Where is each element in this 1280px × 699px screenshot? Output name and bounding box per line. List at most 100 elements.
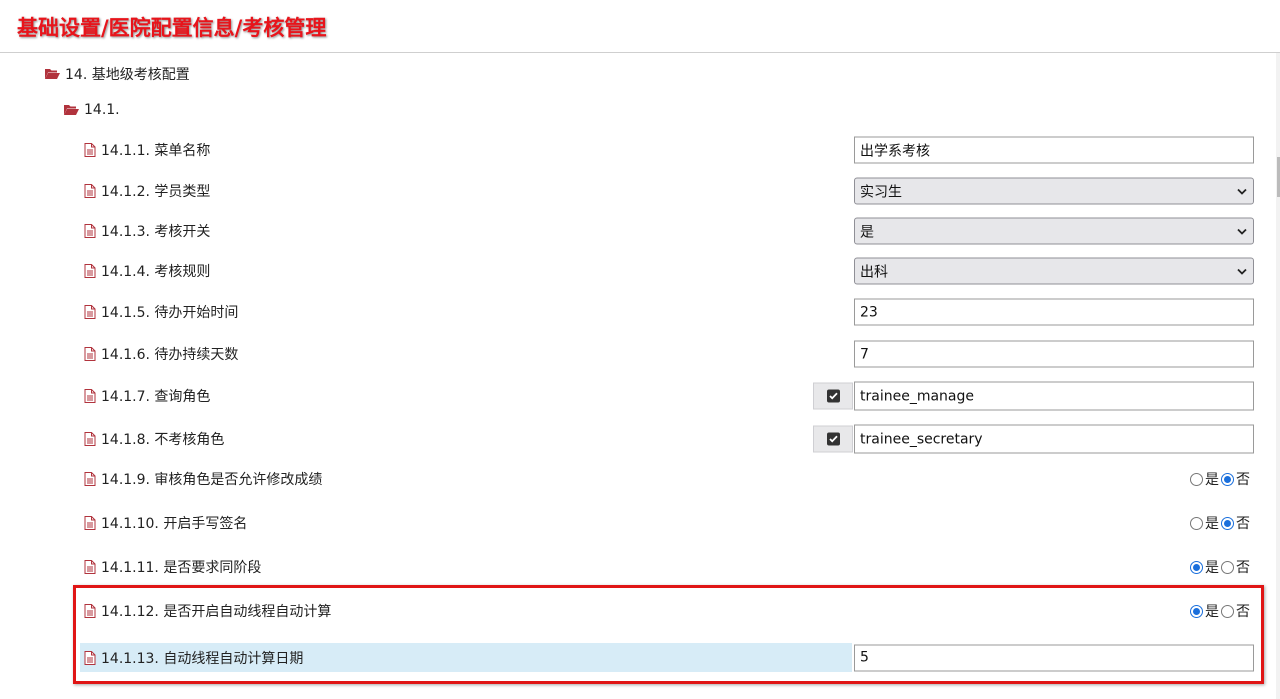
radio-no-label: 否 (1236, 560, 1250, 576)
setting-label: 14.1.12. 是否开启自动线程自动计算 (101, 604, 332, 620)
setting-label-cell: 14.1.13. 自动线程自动计算日期 (80, 643, 852, 672)
radio-yes-label: 是 (1205, 516, 1219, 532)
setting-row-menu-name: 14.1.1. 菜单名称 出学系考核 (80, 135, 1254, 165)
setting-label-cell: 14.1.6. 待办持续天数 (80, 339, 852, 369)
document-icon (84, 143, 96, 157)
input-value: 23 (860, 304, 878, 320)
input-value: 出学系考核 (860, 143, 930, 159)
radio-yes-label: 是 (1205, 604, 1219, 620)
setting-label: 14.1.13. 自动线程自动计算日期 (101, 650, 304, 667)
setting-label-cell: 14.1.12. 是否开启自动线程自动计算 (80, 596, 852, 626)
radio-group: 是 否 (1190, 601, 1252, 621)
setting-row-auto-thread: 14.1.12. 是否开启自动线程自动计算 是 否 (80, 596, 1254, 626)
setting-label: 14.1.8. 不考核角色 (101, 432, 225, 448)
document-icon (84, 560, 96, 574)
radio-yes-label: 是 (1205, 560, 1219, 576)
setting-label-cell: 14.1.1. 菜单名称 (80, 135, 852, 165)
setting-row-same-stage: 14.1.11. 是否要求同阶段 是 否 (80, 552, 1254, 582)
folder-open-icon (64, 104, 79, 116)
setting-label-cell: 14.1.7. 查询角色 (80, 381, 852, 411)
checkbox-checked-icon (826, 389, 840, 403)
radio-no-label: 否 (1236, 516, 1250, 532)
setting-row-exempt-role: 14.1.8. 不考核角色 trainee_secretary (80, 424, 1254, 454)
radio-no[interactable] (1221, 604, 1234, 618)
page-header: 基础设置/医院配置信息/考核管理 (0, 0, 1280, 53)
setting-label: 14.1.11. 是否要求同阶段 (101, 560, 262, 576)
setting-row-auto-thread-date: 14.1.13. 自动线程自动计算日期 5 (80, 643, 1254, 672)
setting-label-cell: 14.1.3. 考核开关 (80, 216, 852, 246)
select-value: 是 (860, 224, 874, 240)
auto-thread-date-input[interactable]: 5 (854, 644, 1254, 671)
radio-yes[interactable] (1190, 516, 1203, 530)
trainee-type-select[interactable]: 实习生 (854, 177, 1254, 205)
setting-label: 14.1.5. 待办开始时间 (101, 305, 239, 321)
menu-name-input[interactable]: 出学系考核 (854, 136, 1254, 164)
setting-row-reviewer-edit: 14.1.9. 审核角色是否允许修改成绩 是 否 (80, 464, 1254, 494)
select-value: 出科 (860, 264, 888, 280)
setting-row-trainee-type: 14.1.2. 学员类型 实习生 (80, 176, 1254, 206)
tree-section-label: 14. 基地级考核配置 (65, 67, 190, 83)
chevron-down-icon (1236, 265, 1248, 277)
setting-label-cell: 14.1.10. 开启手写签名 (80, 508, 852, 538)
todo-start-input[interactable]: 23 (854, 298, 1254, 326)
radio-yes[interactable] (1190, 604, 1203, 618)
document-icon (84, 184, 96, 198)
todo-days-input[interactable]: 7 (854, 340, 1254, 368)
query-role-checkbox-button[interactable] (813, 382, 853, 410)
document-icon (84, 224, 96, 238)
setting-row-handwritten-signature: 14.1.10. 开启手写签名 是 否 (80, 508, 1254, 538)
setting-label-cell: 14.1.9. 审核角色是否允许修改成绩 (80, 464, 852, 494)
setting-label: 14.1.4. 考核规则 (101, 264, 211, 280)
chevron-down-icon (1236, 225, 1248, 237)
exam-switch-select[interactable]: 是 (854, 217, 1254, 245)
input-value: 7 (860, 346, 869, 362)
setting-row-todo-days: 14.1.6. 待办持续天数 7 (80, 339, 1254, 369)
document-icon (84, 516, 96, 530)
chevron-down-icon (1236, 185, 1248, 197)
radio-no-label: 否 (1236, 472, 1250, 488)
page-title: 基础设置/医院配置信息/考核管理 (17, 15, 327, 40)
setting-label-cell: 14.1.2. 学员类型 (80, 176, 852, 206)
setting-label-cell: 14.1.11. 是否要求同阶段 (80, 552, 852, 582)
setting-label: 14.1.10. 开启手写签名 (101, 516, 248, 532)
tree-subsection-14-1[interactable]: 14.1. (64, 97, 120, 123)
document-icon (84, 389, 96, 403)
radio-no[interactable] (1221, 516, 1234, 530)
document-icon (84, 347, 96, 361)
radio-no[interactable] (1221, 560, 1234, 574)
setting-label-cell: 14.1.4. 考核规则 (80, 256, 852, 286)
setting-row-todo-start: 14.1.5. 待办开始时间 23 (80, 297, 1254, 327)
query-role-input[interactable]: trainee_manage (854, 381, 1254, 411)
tree-subsection-label: 14.1. (84, 102, 120, 118)
radio-no-label: 否 (1236, 604, 1250, 620)
document-icon (84, 264, 96, 278)
input-value: trainee_manage (860, 388, 974, 404)
radio-yes-label: 是 (1205, 472, 1219, 488)
scrollbar[interactable] (1276, 53, 1280, 699)
setting-label: 14.1.6. 待办持续天数 (101, 347, 239, 363)
exempt-role-checkbox-button[interactable] (813, 425, 853, 453)
tree-section-14[interactable]: 14. 基地级考核配置 (45, 61, 190, 87)
radio-group: 是 否 (1190, 469, 1252, 489)
radio-yes[interactable] (1190, 560, 1203, 574)
checkbox-checked-icon (826, 432, 840, 446)
radio-no[interactable] (1221, 472, 1234, 486)
setting-label: 14.1.3. 考核开关 (101, 224, 211, 240)
exam-rule-select[interactable]: 出科 (854, 257, 1254, 285)
document-icon (84, 604, 96, 618)
setting-row-exam-rule: 14.1.4. 考核规则 出科 (80, 256, 1254, 286)
exempt-role-input[interactable]: trainee_secretary (854, 424, 1254, 454)
document-icon (84, 650, 96, 665)
input-value: 5 (860, 649, 869, 666)
document-icon (84, 305, 96, 319)
setting-label: 14.1.7. 查询角色 (101, 389, 211, 405)
setting-row-exam-switch: 14.1.3. 考核开关 是 (80, 216, 1254, 246)
radio-group: 是 否 (1190, 557, 1252, 577)
setting-label: 14.1.1. 菜单名称 (101, 143, 211, 159)
setting-label: 14.1.9. 审核角色是否允许修改成绩 (101, 472, 323, 488)
input-value: trainee_secretary (860, 431, 983, 447)
setting-label-cell: 14.1.5. 待办开始时间 (80, 297, 852, 327)
radio-yes[interactable] (1190, 472, 1203, 486)
setting-label-cell: 14.1.8. 不考核角色 (80, 424, 852, 454)
folder-open-icon (45, 68, 60, 80)
